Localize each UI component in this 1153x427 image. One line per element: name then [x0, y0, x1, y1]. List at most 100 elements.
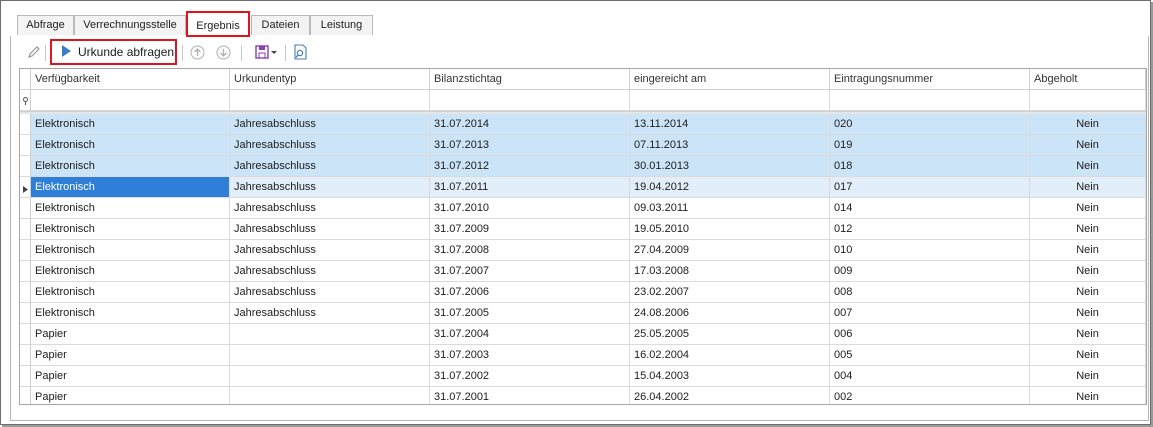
tab-leistung[interactable]: Leistung: [310, 15, 373, 35]
row-indicator[interactable]: [20, 282, 31, 303]
table-row[interactable]: Elektronisch Jahresabschluss 31.07.2012 30.…: [20, 156, 1146, 177]
table-row[interactable]: Elektronisch Jahresabschluss 31.07.2007 17.…: [20, 261, 1146, 282]
cell-urkundentyp[interactable]: Jahresabschluss: [230, 303, 430, 324]
table-row[interactable]: Elektronisch Jahresabschluss 31.07.2006 23.…: [20, 282, 1146, 303]
cell-bilanzstichtag[interactable]: 31.07.2009: [430, 219, 630, 240]
cell-verfuegbarkeit[interactable]: Papier: [31, 345, 230, 366]
column-header-bilanzstichtag[interactable]: Bilanzstichtag: [430, 69, 630, 90]
cell-verfuegbarkeit[interactable]: Papier: [31, 366, 230, 387]
cell-eingereicht-am[interactable]: 19.04.2012: [630, 177, 830, 198]
cell-verfuegbarkeit[interactable]: Elektronisch: [31, 261, 230, 282]
cell-bilanzstichtag[interactable]: 31.07.2004: [430, 324, 630, 345]
filter-cell-eingereicht-am[interactable]: [630, 90, 830, 111]
cell-bilanzstichtag[interactable]: 31.07.2007: [430, 261, 630, 282]
cell-abgeholt[interactable]: Nein: [1030, 240, 1146, 261]
cell-verfuegbarkeit[interactable]: Elektronisch: [31, 156, 230, 177]
search-document-icon[interactable]: [292, 44, 308, 60]
row-indicator[interactable]: [20, 135, 31, 156]
filter-cell-verfuegbarkeit[interactable]: [31, 90, 230, 111]
cell-verfuegbarkeit[interactable]: Elektronisch: [31, 114, 230, 135]
cell-urkundentyp[interactable]: Jahresabschluss: [230, 198, 430, 219]
table-row[interactable]: Papier 31.07.2001 26.04.2002 002 Nein: [20, 387, 1146, 404]
row-indicator[interactable]: [20, 69, 31, 90]
cell-bilanzstichtag[interactable]: 31.07.2012: [430, 156, 630, 177]
cell-eingereicht-am[interactable]: 30.01.2013: [630, 156, 830, 177]
cell-eingereicht-am[interactable]: 24.08.2006: [630, 303, 830, 324]
filter-cell-eintragungsnummer[interactable]: [830, 90, 1030, 111]
row-indicator[interactable]: [20, 387, 31, 404]
cell-bilanzstichtag[interactable]: 31.07.2006: [430, 282, 630, 303]
cell-bilanzstichtag[interactable]: 31.07.2005: [430, 303, 630, 324]
cell-eingereicht-am[interactable]: 15.04.2003: [630, 366, 830, 387]
table-row[interactable]: Elektronisch Jahresabschluss 31.07.2008 27.…: [20, 240, 1146, 261]
cell-eintragungsnummer[interactable]: 009: [830, 261, 1030, 282]
cell-abgeholt[interactable]: Nein: [1030, 177, 1146, 198]
cell-verfuegbarkeit[interactable]: Elektronisch: [31, 240, 230, 261]
row-indicator[interactable]: [20, 303, 31, 324]
cell-urkundentyp[interactable]: [230, 324, 430, 345]
row-indicator[interactable]: [20, 198, 31, 219]
cell-verfuegbarkeit[interactable]: Papier: [31, 387, 230, 404]
cell-verfuegbarkeit[interactable]: Elektronisch: [31, 282, 230, 303]
table-row[interactable]: Papier 31.07.2003 16.02.2004 005 Nein: [20, 345, 1146, 366]
cell-abgeholt[interactable]: Nein: [1030, 261, 1146, 282]
cell-abgeholt[interactable]: Nein: [1030, 387, 1146, 404]
cell-verfuegbarkeit[interactable]: Elektronisch: [31, 219, 230, 240]
row-indicator[interactable]: [20, 114, 31, 135]
row-indicator[interactable]: [20, 261, 31, 282]
tab-abfrage[interactable]: Abfrage: [17, 15, 74, 35]
table-row[interactable]: Papier 31.07.2004 25.05.2005 006 Nein: [20, 324, 1146, 345]
cell-eingereicht-am[interactable]: 17.03.2008: [630, 261, 830, 282]
table-row[interactable]: Elektronisch Jahresabschluss 31.07.2009 19.…: [20, 219, 1146, 240]
cell-eintragungsnummer[interactable]: 019: [830, 135, 1030, 156]
cell-bilanzstichtag[interactable]: 31.07.2011: [430, 177, 630, 198]
cell-abgeholt[interactable]: Nein: [1030, 345, 1146, 366]
table-row[interactable]: Elektronisch Jahresabschluss 31.07.2010 09.…: [20, 198, 1146, 219]
cell-urkundentyp[interactable]: Jahresabschluss: [230, 114, 430, 135]
arrow-down-icon[interactable]: [215, 44, 231, 60]
cell-eintragungsnummer[interactable]: 006: [830, 324, 1030, 345]
cell-eintragungsnummer[interactable]: 020: [830, 114, 1030, 135]
cell-urkundentyp[interactable]: [230, 366, 430, 387]
cell-eingereicht-am[interactable]: 16.02.2004: [630, 345, 830, 366]
row-indicator[interactable]: [20, 240, 31, 261]
cell-eintragungsnummer[interactable]: 007: [830, 303, 1030, 324]
cell-abgeholt[interactable]: Nein: [1030, 198, 1146, 219]
table-row[interactable]: Elektronisch Jahresabschluss 31.07.2014 13.…: [20, 114, 1146, 135]
cell-abgeholt[interactable]: Nein: [1030, 303, 1146, 324]
cell-abgeholt[interactable]: Nein: [1030, 135, 1146, 156]
cell-eingereicht-am[interactable]: 26.04.2002: [630, 387, 830, 404]
row-indicator[interactable]: [20, 366, 31, 387]
column-header-verfuegbarkeit[interactable]: Verfügbarkeit: [31, 69, 230, 90]
cell-eingereicht-am[interactable]: 09.03.2011: [630, 198, 830, 219]
cell-urkundentyp[interactable]: Jahresabschluss: [230, 177, 430, 198]
grid-header-row[interactable]: Verfügbarkeit Urkundentyp Bilanzstichtag ei…: [20, 69, 1146, 90]
cell-bilanzstichtag[interactable]: 31.07.2014: [430, 114, 630, 135]
cell-urkundentyp[interactable]: [230, 345, 430, 366]
cell-eintragungsnummer[interactable]: 004: [830, 366, 1030, 387]
auto-filter-row[interactable]: [20, 90, 1146, 111]
tab-dateien[interactable]: Dateien: [251, 15, 310, 35]
cell-eingereicht-am[interactable]: 27.04.2009: [630, 240, 830, 261]
column-header-abgeholt[interactable]: Abgeholt: [1030, 69, 1146, 90]
cell-eintragungsnummer[interactable]: 005: [830, 345, 1030, 366]
cell-bilanzstichtag[interactable]: 31.07.2008: [430, 240, 630, 261]
cell-urkundentyp[interactable]: Jahresabschluss: [230, 156, 430, 177]
table-row[interactable]: Elektronisch Jahresabschluss 31.07.2005 24.…: [20, 303, 1146, 324]
filter-cell-bilanzstichtag[interactable]: [430, 90, 630, 111]
cell-urkundentyp[interactable]: Jahresabschluss: [230, 261, 430, 282]
cell-eintragungsnummer[interactable]: 014: [830, 198, 1030, 219]
cell-bilanzstichtag[interactable]: 31.07.2010: [430, 198, 630, 219]
column-header-eingereicht-am[interactable]: eingereicht am: [630, 69, 830, 90]
cell-urkundentyp[interactable]: Jahresabschluss: [230, 135, 430, 156]
arrow-up-icon[interactable]: [189, 44, 205, 60]
column-header-eintragungsnummer[interactable]: Eintragungsnummer: [830, 69, 1030, 90]
table-row[interactable]: Elektronisch Jahresabschluss 31.07.2013 07.…: [20, 135, 1146, 156]
row-indicator[interactable]: [20, 345, 31, 366]
cell-eingereicht-am[interactable]: 19.05.2010: [630, 219, 830, 240]
cell-eintragungsnummer[interactable]: 010: [830, 240, 1030, 261]
cell-abgeholt[interactable]: Nein: [1030, 114, 1146, 135]
cell-verfuegbarkeit[interactable]: Elektronisch: [31, 135, 230, 156]
filter-cell-urkundentyp[interactable]: [230, 90, 430, 111]
cell-bilanzstichtag[interactable]: 31.07.2002: [430, 366, 630, 387]
